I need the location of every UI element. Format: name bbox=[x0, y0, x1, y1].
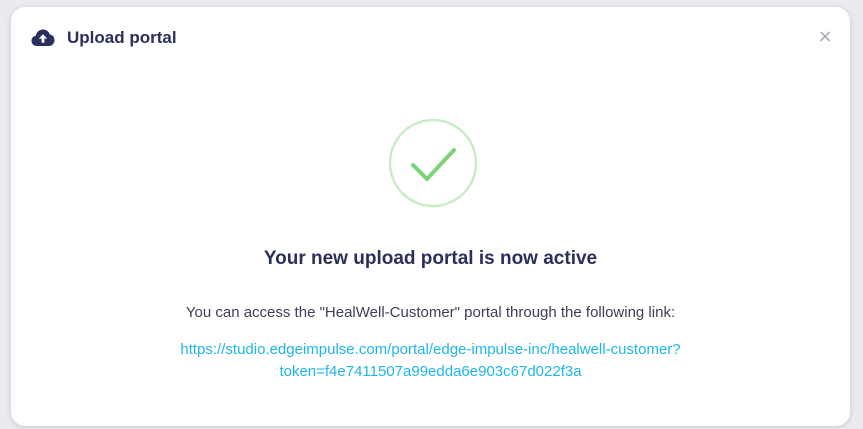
success-check-icon bbox=[388, 118, 478, 208]
portal-link-line-2: token=f4e7411507a99edda6e903c67d022f3a bbox=[279, 363, 582, 380]
close-button[interactable]: × bbox=[814, 26, 836, 48]
upload-portal-modal: Upload portal × Your new upload portal i… bbox=[11, 7, 850, 426]
modal-header: Upload portal × bbox=[11, 7, 850, 69]
success-headline: Your new upload portal is now active bbox=[263, 248, 598, 269]
modal-title: Upload portal bbox=[67, 28, 177, 47]
portal-link[interactable]: https://studio.edgeimpulse.com/portal/ed… bbox=[71, 339, 790, 383]
portal-link-line-1: https://studio.edgeimpulse.com/portal/ed… bbox=[180, 341, 681, 358]
cloud-upload-icon bbox=[31, 29, 55, 46]
portal-description: You can access the "HealWell-Customer" p… bbox=[185, 304, 676, 321]
